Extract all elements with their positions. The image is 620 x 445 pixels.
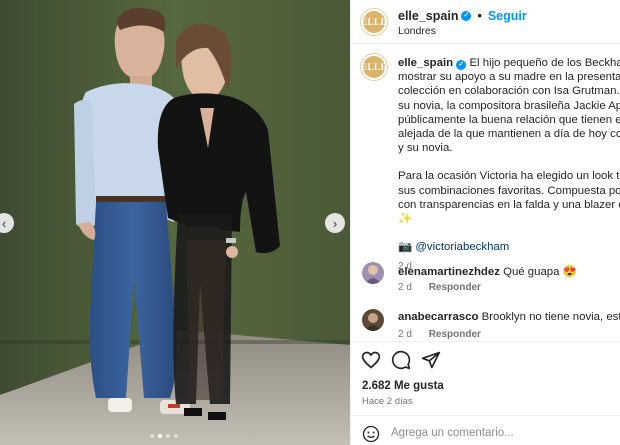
elle-logo: ELLE: [361, 11, 387, 33]
comment-time[interactable]: 2 d: [398, 282, 412, 293]
photo-credit: 📷 @victoriabeckham: [398, 240, 620, 254]
slide-dot: [166, 434, 170, 438]
caption-line: con transparencias en la falda y una bla…: [398, 198, 620, 211]
location-link[interactable]: Londres: [398, 25, 436, 37]
caption-line: y su novia.: [398, 142, 453, 155]
username-link[interactable]: elle_spain: [398, 9, 458, 23]
share-icon[interactable]: [421, 350, 441, 370]
emoji-icon[interactable]: [362, 425, 380, 443]
comment-time[interactable]: 2 d: [398, 329, 412, 340]
caption-username[interactable]: elle_spain: [398, 57, 453, 69]
comment-text-row: elenamartinezhdez Qué guapa 😍: [398, 264, 577, 278]
caption-line: alejada de la que mantienen a día de hoy…: [398, 128, 620, 141]
comment-text-row: anabecarrasco Brooklyn no tiene novia, e…: [398, 311, 620, 323]
chevron-left-icon: ‹: [1, 215, 7, 231]
comment-username[interactable]: anabecarrasco: [398, 311, 478, 323]
caption-line: Para la ocasión Victoria ha elegido un l…: [398, 170, 620, 183]
caption-line: elle_spain ✓ El hijo pequeño de los Beck…: [398, 56, 620, 70]
comment-meta: 2 d Responder: [398, 282, 495, 293]
like-count[interactable]: 2.682 Me gusta: [362, 380, 444, 392]
caption-text: El hijo pequeño de los Beckham, Cruz, ha: [469, 57, 620, 69]
caption-line: mostrar su apoyo a su madre en la presen…: [398, 71, 620, 84]
reply-button[interactable]: Responder: [429, 329, 481, 340]
slide-dot: [174, 434, 178, 438]
caption-line: colección en colaboración con Isa Grutma…: [398, 85, 620, 98]
post-caption: elle_spain ✓ El hijo pequeño de los Beck…: [398, 56, 620, 275]
reply-button[interactable]: Responder: [429, 282, 481, 293]
post-media[interactable]: ‹ ›: [0, 0, 350, 445]
camera-icon: 📷: [398, 241, 413, 254]
verified-icon: ✓: [461, 11, 472, 21]
comment-username[interactable]: elenamartinezhdez: [398, 266, 500, 278]
separator-dot: •: [477, 9, 482, 23]
commenter-avatar[interactable]: [362, 309, 384, 331]
header-user-row: elle_spain ✓ • Seguir: [398, 9, 527, 23]
add-comment-bar: Agrega un comentario...: [351, 415, 620, 445]
comment-icon[interactable]: [391, 350, 411, 370]
comment-text: Qué guapa: [503, 266, 560, 278]
comment-meta: 2 d Responder: [398, 329, 495, 340]
caption-section: ELLE elle_spain ✓ El hijo pequeño de los…: [351, 44, 620, 344]
follow-button[interactable]: Seguir: [488, 9, 527, 23]
mention-link[interactable]: @victoriabeckham: [415, 241, 509, 253]
slide-dot: [150, 434, 154, 438]
next-slide-button[interactable]: ›: [325, 213, 345, 233]
comment-input[interactable]: Agrega un comentario...: [391, 427, 514, 439]
avatar[interactable]: ELLE: [360, 53, 388, 81]
caption-line: públicamente la buena relación que tiene…: [398, 113, 620, 126]
slide-dot-active: [158, 434, 162, 438]
post-photo: [0, 0, 350, 445]
comment-text: Brooklyn no tiene novia, está casado: [481, 311, 620, 323]
action-icons: [361, 350, 441, 370]
avatar[interactable]: ELLE: [360, 8, 388, 36]
post-side-panel: ELLE elle_spain ✓ • Seguir Londres ELLE …: [350, 0, 620, 445]
post-date[interactable]: Hace 2 días: [362, 396, 413, 407]
heart-icon[interactable]: [361, 350, 381, 370]
post-actions: 2.682 Me gusta Hace 2 días Agrega un com…: [351, 341, 620, 445]
caption-line: su novia, la compositora brasileña Jacki…: [398, 99, 620, 112]
verified-icon: ✓: [456, 60, 467, 70]
elle-logo: ELLE: [361, 56, 387, 78]
caption-line: sus combinaciones favoritas. Compuesta p…: [398, 184, 620, 197]
post-header: ELLE elle_spain ✓ • Seguir Londres: [351, 0, 620, 44]
slide-indicator: [150, 434, 178, 438]
chevron-right-icon: ›: [332, 215, 338, 231]
sparkle-emoji: ✨: [398, 213, 413, 226]
commenter-avatar[interactable]: [362, 262, 384, 284]
comment-emoji: 😍: [562, 266, 577, 278]
